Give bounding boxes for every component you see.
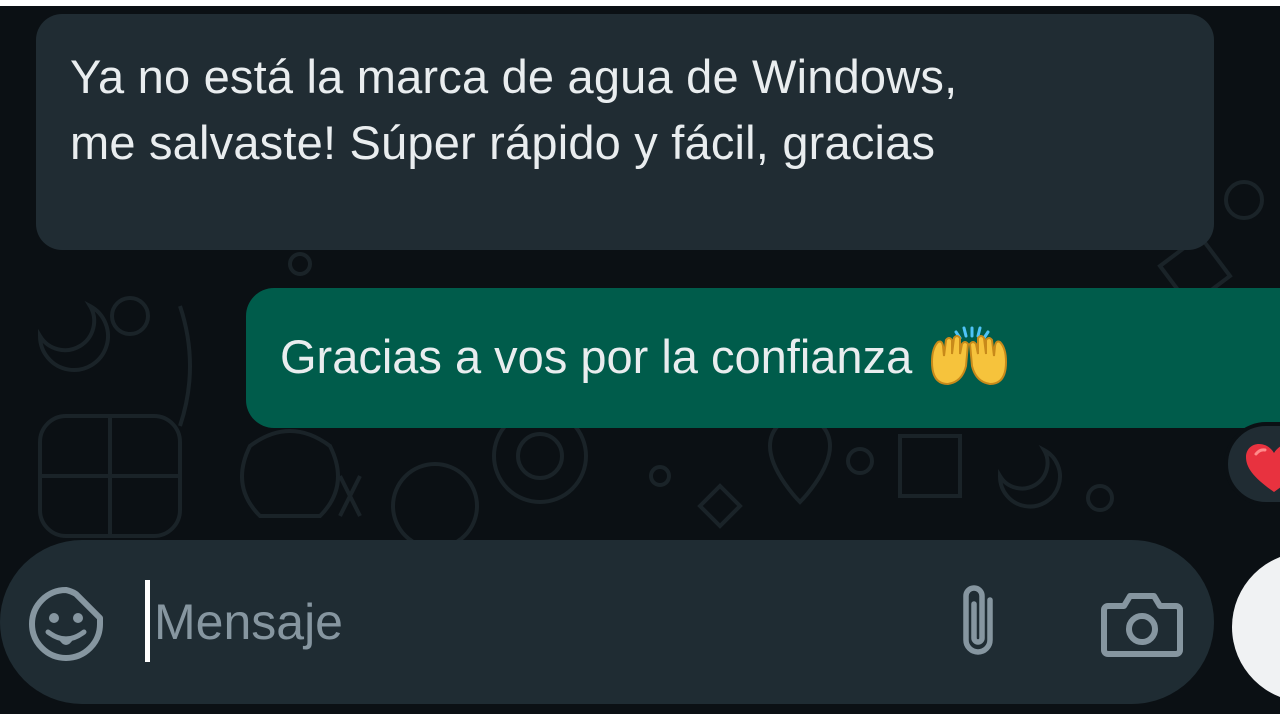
outgoing-message-text: Gracias a vos por la confianza — [280, 330, 913, 383]
message-composer — [0, 540, 1214, 704]
outgoing-message-content: Gracias a vos por la confianza — [280, 326, 1272, 388]
outgoing-message-bubble[interactable]: Gracias a vos por la confianza — [246, 288, 1280, 428]
emoji-sticker-icon[interactable] — [28, 586, 104, 662]
chat-window: Ya no está la marca de agua de Windows, … — [0, 6, 1280, 714]
incoming-message-bubble[interactable]: Ya no está la marca de agua de Windows, … — [36, 14, 1214, 250]
incoming-message-text: Ya no está la marca de agua de Windows, … — [70, 50, 958, 169]
message-input[interactable] — [148, 578, 920, 666]
camera-icon[interactable] — [1100, 586, 1184, 660]
paperclip-icon[interactable] — [946, 580, 1010, 664]
raising-hands-emoji-icon — [931, 326, 1008, 386]
red-heart-icon — [1246, 444, 1280, 492]
